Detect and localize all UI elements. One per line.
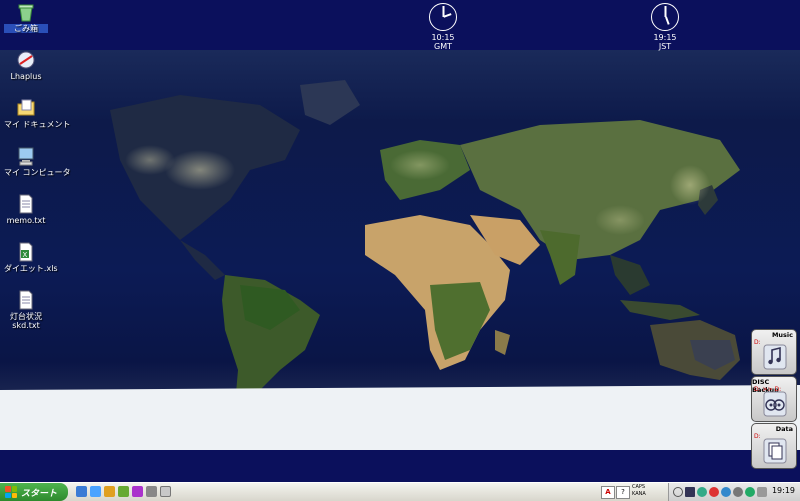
kana-indicator: KANA <box>632 491 646 498</box>
gmt-time: 10:15 <box>423 33 463 42</box>
desktop-icon-label: ごみ箱 <box>4 24 48 33</box>
svg-text:X: X <box>23 251 28 259</box>
taskbar-clock[interactable]: 19:19 <box>772 486 795 495</box>
caps-indicator: CAPS <box>632 484 646 491</box>
desktop-icon-lhaplus[interactable]: Lhaplus <box>4 50 48 81</box>
desktop-icon-memo-txt[interactable]: memo.txt <box>4 194 48 225</box>
desktop-icon-label-line2: skd.txt <box>4 321 48 330</box>
widget-title: Music <box>772 331 793 339</box>
tray-icon[interactable] <box>733 487 743 497</box>
desktop-icon-label: マイ コンピュータ <box>4 168 48 177</box>
volume-icon[interactable] <box>757 487 767 497</box>
text-file-icon <box>16 290 36 310</box>
widget-title: Data <box>776 425 793 433</box>
disc-backup-launcher[interactable]: DISC Backup D: >> D: <box>751 376 797 422</box>
tray-icon[interactable] <box>673 487 683 497</box>
disc-icon <box>763 391 787 417</box>
app-icon[interactable] <box>160 486 171 497</box>
lhaplus-icon <box>16 50 36 70</box>
music-launcher[interactable]: Music D: <box>751 329 797 375</box>
desktop-icon-label: 灯台状況 <box>4 312 48 321</box>
jst-clock: 19:15 JST <box>645 3 685 51</box>
desktop: 10:15 GMT 19:15 JST ごみ箱 Lhaplus マイ ドキュメン… <box>0 0 800 482</box>
start-label: スタート <box>21 486 57 499</box>
music-note-icon <box>763 344 787 370</box>
widget-drive: D: <box>754 339 761 346</box>
show-desktop-icon[interactable] <box>76 486 87 497</box>
desktop-icon-label: マイ ドキュメント <box>4 120 48 129</box>
tray-icon[interactable] <box>721 487 731 497</box>
jst-time: 19:15 <box>645 33 685 42</box>
windows-logo-icon <box>5 486 17 498</box>
widget-drive: D: <box>754 433 761 440</box>
recycle-bin-icon <box>16 2 36 22</box>
jst-zone: JST <box>645 42 685 51</box>
gmt-zone: GMT <box>423 42 463 51</box>
my-documents-icon <box>16 98 36 118</box>
system-tray: 19:19 <box>668 483 800 501</box>
ime-help-indicator[interactable]: ? <box>616 486 630 499</box>
gmt-clock: 10:15 GMT <box>423 3 463 51</box>
desktop-icon-label: Lhaplus <box>4 72 48 81</box>
tray-icon[interactable] <box>745 487 755 497</box>
internet-explorer-icon[interactable] <box>90 486 101 497</box>
start-button[interactable]: スタート <box>0 483 68 501</box>
app-icon[interactable] <box>118 486 129 497</box>
tray-icon[interactable] <box>697 487 707 497</box>
desktop-icon-my-computer[interactable]: マイ コンピュータ <box>4 146 48 177</box>
clock-icon <box>651 3 679 31</box>
keyboard-indicators: CAPS KANA <box>632 484 646 498</box>
data-launcher[interactable]: Data D: <box>751 423 797 469</box>
desktop-icon-label: memo.txt <box>4 216 48 225</box>
tray-icon[interactable] <box>709 487 719 497</box>
clock-icon <box>429 3 457 31</box>
outlook-express-icon[interactable] <box>104 486 115 497</box>
my-computer-icon <box>16 146 36 166</box>
taskbar: スタート A ? CAPS KANA 19:19 <box>0 482 800 501</box>
desktop-icon-diet-xls[interactable]: X ダイエット.xls <box>4 242 48 273</box>
app-icon[interactable] <box>146 486 157 497</box>
desktop-icon-label: ダイエット.xls <box>4 264 48 273</box>
app-icon[interactable] <box>132 486 143 497</box>
world-map-graphic <box>0 50 800 450</box>
documents-icon <box>763 438 787 464</box>
tray-icon[interactable] <box>685 487 695 497</box>
desktop-icon-recycle-bin[interactable]: ごみ箱 <box>4 2 48 33</box>
excel-file-icon: X <box>16 242 36 262</box>
ime-mode-indicator[interactable]: A <box>601 486 615 499</box>
desktop-icon-my-documents[interactable]: マイ ドキュメント <box>4 98 48 129</box>
desktop-icon-lighthouse-skd-txt[interactable]: 灯台状況 skd.txt <box>4 290 48 330</box>
text-file-icon <box>16 194 36 214</box>
world-map-wallpaper <box>0 50 800 450</box>
